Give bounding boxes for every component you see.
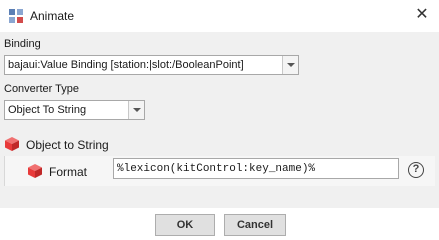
format-field[interactable]	[113, 158, 399, 179]
cube-icon	[27, 163, 43, 182]
footer-divider	[0, 208, 439, 209]
converter-type-select[interactable]: Object To String	[4, 100, 145, 120]
cube-icon	[4, 136, 20, 155]
format-input[interactable]	[114, 159, 398, 178]
binding-label: Binding	[4, 38, 41, 50]
ok-button[interactable]: OK	[155, 214, 215, 236]
cancel-button[interactable]: Cancel	[224, 214, 286, 236]
close-icon[interactable]: ✕	[413, 6, 431, 24]
chevron-down-icon[interactable]	[128, 101, 144, 119]
format-label: Format	[49, 165, 88, 179]
converter-header-label: Object to String	[26, 138, 109, 152]
binding-value: bajaui:Value Binding [station:|slot:/Boo…	[8, 59, 244, 71]
converter-type-value: Object To String	[8, 104, 87, 116]
converter-type-label: Converter Type	[4, 83, 80, 95]
chevron-down-icon[interactable]	[282, 56, 298, 74]
help-icon[interactable]: ?	[408, 162, 424, 178]
title-bar: Animate ✕	[0, 0, 439, 32]
window-title: Animate	[30, 9, 75, 23]
binding-select[interactable]: bajaui:Value Binding [station:|slot:/Boo…	[4, 55, 299, 75]
animate-icon	[8, 8, 24, 24]
converter-header: Object to String	[0, 133, 439, 155]
